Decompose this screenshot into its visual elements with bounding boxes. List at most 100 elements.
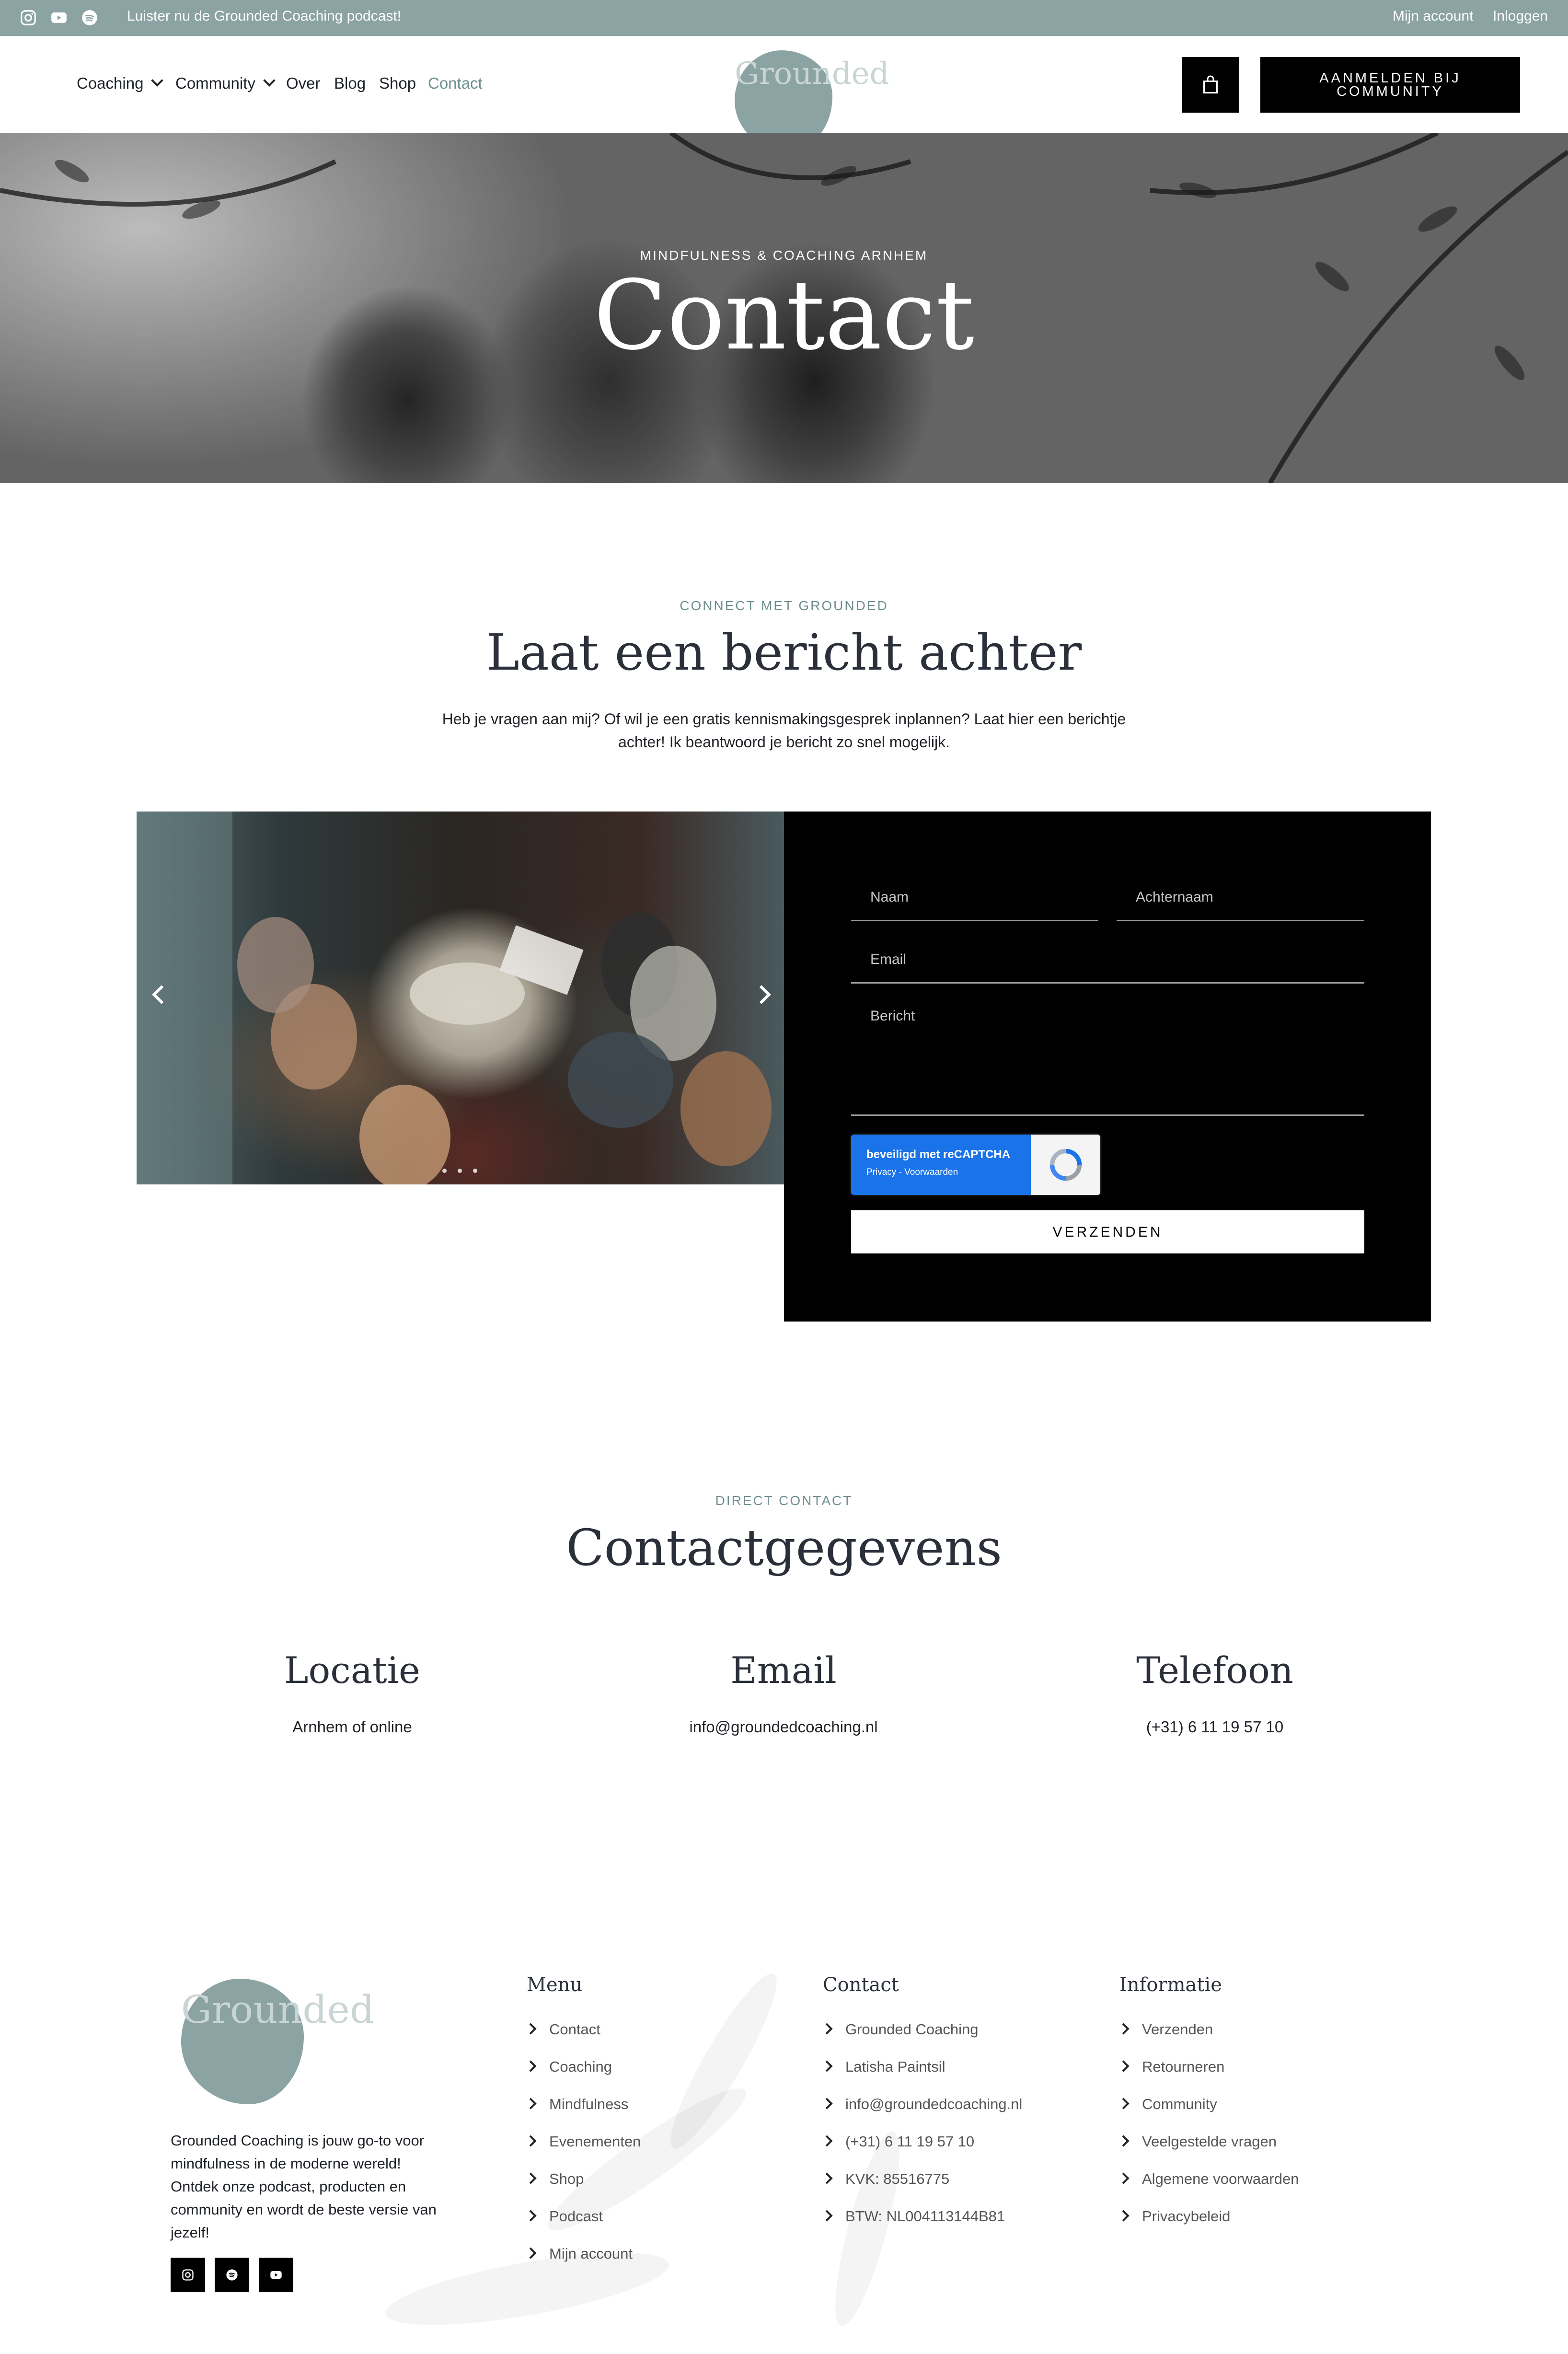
first-name-input[interactable] xyxy=(851,875,1098,920)
chevron-right-icon xyxy=(525,2135,537,2147)
spotify-icon xyxy=(226,2269,238,2281)
chevron-right-icon xyxy=(525,2098,537,2110)
phone-value[interactable]: (+31) 6 11 19 57 10 xyxy=(1071,1718,1359,1736)
first-name-field xyxy=(851,875,1098,921)
footer-youtube-button[interactable] xyxy=(259,2258,293,2292)
footer-link-label: (+31) 6 11 19 57 10 xyxy=(845,2133,975,2150)
slider-dot[interactable] xyxy=(442,1169,447,1173)
footer-menu-link[interactable]: Shop xyxy=(525,2170,584,2188)
chevron-right-icon xyxy=(1118,2098,1130,2110)
footer-menu-link[interactable]: Evenementen xyxy=(525,2133,641,2150)
instagram-icon[interactable] xyxy=(19,9,37,27)
phone-heading: Telefoon xyxy=(1136,1649,1293,1692)
footer-instagram-button[interactable] xyxy=(171,2258,205,2292)
footer-link-label: Veelgestelde vragen xyxy=(1142,2133,1277,2150)
footer-info-link[interactable]: Community xyxy=(1118,2096,1217,2113)
location-heading: Locatie xyxy=(284,1649,420,1692)
message-field xyxy=(851,999,1364,1116)
footer-spotify-button[interactable] xyxy=(215,2258,249,2292)
chevron-right-icon xyxy=(821,2023,833,2035)
nav-item-contact[interactable]: Contact xyxy=(428,74,483,93)
leaf-shadow-decoration xyxy=(823,2126,912,2331)
main-navigation: Coaching Community Over Blog Shop Contac… xyxy=(0,36,1568,151)
contact-form: beveiligd met reCAPTCHA Privacy - Voorwa… xyxy=(784,812,1431,1322)
chevron-right-icon xyxy=(821,2172,833,2184)
recaptcha-label-panel: beveiligd met reCAPTCHA Privacy - Voorwa… xyxy=(851,1135,1031,1195)
photo-slider[interactable] xyxy=(137,812,784,1184)
chevron-right-icon xyxy=(821,2135,833,2147)
footer-contact-link[interactable]: KVK: 85516775 xyxy=(821,2170,950,2188)
email-heading: Email xyxy=(730,1649,837,1692)
email-input[interactable] xyxy=(851,937,1364,982)
slider-dot[interactable] xyxy=(473,1169,477,1173)
chevron-right-icon xyxy=(525,2210,537,2222)
details-title: Contactgegevens xyxy=(566,1519,1002,1577)
chevron-right-icon xyxy=(821,2210,833,2222)
footer-info-heading: Informatie xyxy=(1119,1974,1222,1996)
footer-link-label: Mindfulness xyxy=(549,2096,629,2112)
submit-button[interactable]: VERZENDEN xyxy=(851,1210,1364,1253)
footer-contact-link[interactable]: info@groundedcoaching.nl xyxy=(821,2096,1022,2113)
footer-contact-link[interactable]: Grounded Coaching xyxy=(821,2021,978,2038)
footer-link-label: Mijn account xyxy=(549,2245,633,2262)
podcast-promo-link[interactable]: Luister nu de Grounded Coaching podcast! xyxy=(127,8,401,24)
footer-logo[interactable]: Grounded xyxy=(181,1979,374,2104)
slider-dot[interactable] xyxy=(458,1169,462,1173)
recaptcha-logo-panel xyxy=(1031,1135,1100,1195)
nav-item-coaching[interactable]: Coaching xyxy=(77,74,164,93)
footer-menu-link[interactable]: Mindfulness xyxy=(525,2096,629,2113)
chevron-down-icon xyxy=(263,74,276,87)
chevron-right-icon xyxy=(525,2172,537,2184)
footer-contact-heading: Contact xyxy=(823,1974,899,1996)
nav-item-blog[interactable]: Blog xyxy=(334,74,366,93)
footer-info-link[interactable]: Algemene voorwaarden xyxy=(1118,2170,1299,2188)
footer-menu-link[interactable]: Contact xyxy=(525,2021,600,2038)
recaptcha-badge[interactable]: beveiligd met reCAPTCHA Privacy - Voorwa… xyxy=(851,1135,1100,1195)
chevron-right-icon xyxy=(525,2023,537,2035)
footer-info-link[interactable]: Verzenden xyxy=(1118,2021,1213,2038)
nav-item-label: Community xyxy=(175,74,255,92)
recaptcha-icon xyxy=(1049,1148,1082,1181)
email-value[interactable]: info@groundedcoaching.nl xyxy=(640,1718,927,1736)
chevron-right-icon xyxy=(1118,2023,1130,2035)
message-eyebrow: CONNECT MET GROUNDED xyxy=(680,598,888,613)
footer-link-label: Community xyxy=(1142,2096,1217,2112)
last-name-field xyxy=(1117,875,1364,921)
recaptcha-links[interactable]: Privacy - Voorwaarden xyxy=(866,1167,958,1178)
footer-menu-link[interactable]: Coaching xyxy=(525,2058,612,2076)
footer-link-label: Shop xyxy=(549,2170,584,2187)
footer-menu-link[interactable]: Podcast xyxy=(525,2208,603,2225)
cart-button[interactable] xyxy=(1182,57,1239,113)
message-title: Laat een bericht achter xyxy=(486,623,1082,682)
last-name-input[interactable] xyxy=(1117,875,1364,920)
nav-item-over[interactable]: Over xyxy=(286,74,321,93)
footer-info-link[interactable]: Veelgestelde vragen xyxy=(1118,2133,1277,2150)
footer-link-label: KVK: 85516775 xyxy=(845,2170,950,2187)
my-account-link[interactable]: Mijn account xyxy=(1393,8,1473,24)
chevron-right-icon xyxy=(1118,2135,1130,2147)
chevron-right-icon xyxy=(1118,2060,1130,2072)
group-session-photo xyxy=(137,812,772,1184)
message-textarea[interactable] xyxy=(851,999,1364,1114)
footer-link-label: Evenementen xyxy=(549,2133,641,2150)
youtube-icon[interactable] xyxy=(50,9,68,27)
nav-item-community[interactable]: Community xyxy=(175,74,276,93)
footer-menu-link[interactable]: Mijn account xyxy=(525,2245,633,2262)
nav-item-shop[interactable]: Shop xyxy=(379,74,416,93)
footer-info-link[interactable]: Retourneren xyxy=(1118,2058,1224,2076)
footer-link-label: Latisha Paintsil xyxy=(845,2058,945,2075)
footer: Grounded Grounded Coaching is jouw go-to… xyxy=(0,1898,1568,2354)
login-link[interactable]: Inloggen xyxy=(1493,8,1548,24)
footer-info-link[interactable]: Privacybeleid xyxy=(1118,2208,1230,2225)
cta-label: AANMELDEN BIJ COMMUNITY xyxy=(1319,70,1461,99)
chevron-right-icon xyxy=(1118,2172,1130,2184)
community-signup-button[interactable]: AANMELDEN BIJ COMMUNITY xyxy=(1260,57,1520,113)
location-value: Arnhem of online xyxy=(292,1718,412,1736)
spotify-icon[interactable] xyxy=(81,9,99,27)
footer-contact-link[interactable]: (+31) 6 11 19 57 10 xyxy=(821,2133,975,2150)
shopping-bag-icon xyxy=(1203,75,1218,93)
footer-contact-link[interactable]: BTW: NL004113144B81 xyxy=(821,2208,1005,2225)
footer-contact-link[interactable]: Latisha Paintsil xyxy=(821,2058,945,2076)
chevron-right-icon xyxy=(821,2060,833,2072)
message-intro: Heb je vragen aan mij? Of wil je een gra… xyxy=(442,710,1126,751)
